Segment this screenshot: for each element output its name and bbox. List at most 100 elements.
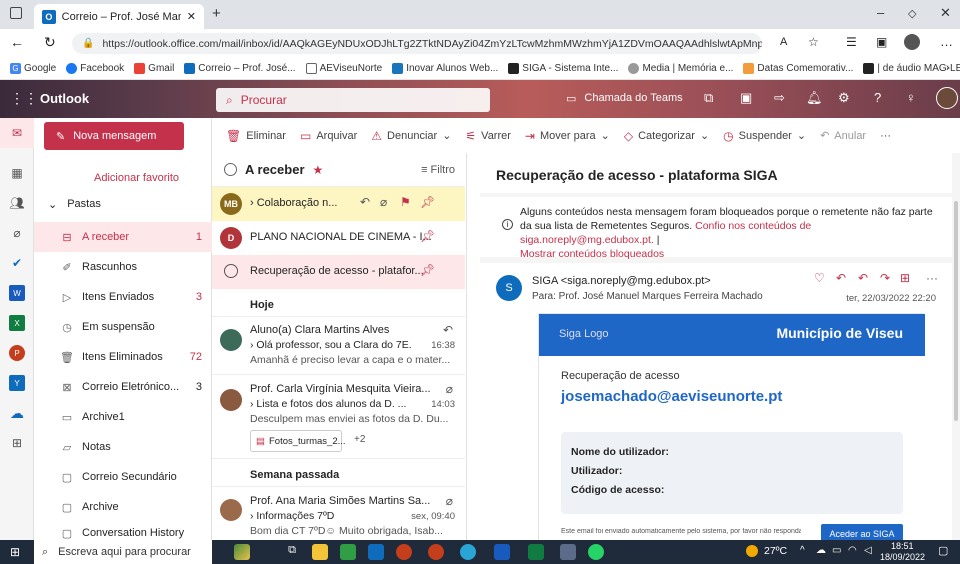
list-item[interactable]: Prof. Ana Maria Simões Martins Sa... ⌀ ›… xyxy=(212,487,465,540)
notification-center-icon[interactable]: ▢ xyxy=(938,544,948,557)
onedrive-icon[interactable]: ☁ xyxy=(9,405,25,421)
folder-archive1[interactable]: ▭ Archive1 xyxy=(34,402,212,432)
minimize-icon[interactable]: – xyxy=(877,5,884,20)
more-attachments[interactable]: +2 xyxy=(354,434,365,445)
folder-sent[interactable]: ▷ Itens Enviados 3 xyxy=(34,282,212,312)
excel-taskbar-icon[interactable] xyxy=(528,544,544,560)
store-icon[interactable] xyxy=(340,544,356,560)
bookmark-datas[interactable]: Datas Comemorativ... xyxy=(743,63,853,74)
teams-app-icon[interactable]: ⧉ xyxy=(704,90,713,106)
yammer-app-icon[interactable]: Y xyxy=(9,375,25,391)
favorites-bar-icon[interactable]: ☰ xyxy=(846,35,857,49)
app-launcher-icon[interactable]: ⋮⋮ xyxy=(10,90,38,107)
volume-icon[interactable]: ◁ xyxy=(864,545,872,556)
list-item[interactable]: D PLANO NACIONAL DE CINEMA - I... 📌︎ xyxy=(212,221,465,255)
archive-button[interactable]: ▭ Arquivar xyxy=(300,129,357,143)
collections-icon[interactable]: ▣ xyxy=(876,35,887,49)
onedrive-tray-icon[interactable]: ☁ xyxy=(816,545,826,556)
tray-chevron-icon[interactable]: ^ xyxy=(800,545,805,556)
move-to-button[interactable]: ⇥ Mover para ⌄ xyxy=(525,129,610,143)
apps-icon[interactable]: ⊞ xyxy=(900,271,910,285)
report-button[interactable]: ⚠ Denunciar ⌄ xyxy=(371,129,451,143)
folder-snoozed[interactable]: ◷ Em suspensão xyxy=(34,312,212,342)
more-icon[interactable]: … xyxy=(940,34,953,49)
new-message-button[interactable]: ✎ Nova mensagem xyxy=(44,122,184,150)
news-widget-icon[interactable] xyxy=(234,544,250,560)
folders-group-header[interactable]: ⌄ Pastas xyxy=(48,198,101,211)
clock-date[interactable]: 18/09/2022 xyxy=(880,552,925,562)
powerpoint-app-icon[interactable]: P xyxy=(9,345,25,361)
refresh-icon[interactable]: ↻ xyxy=(44,34,56,51)
user-avatar[interactable] xyxy=(936,87,958,109)
todo-icon[interactable]: ✔ xyxy=(9,255,25,271)
bookmark-siga[interactable]: SIGA - Sistema Inte... xyxy=(508,63,618,74)
excel-app-icon[interactable]: X xyxy=(9,315,25,331)
help-icon[interactable]: ? xyxy=(874,90,881,105)
mail-icon[interactable]: ✉ xyxy=(9,125,25,141)
bookmark-facebook[interactable]: Facebook xyxy=(66,63,124,74)
list-item-selected[interactable]: Recuperação de acesso - platafor... 📌︎ xyxy=(212,255,465,289)
reply-icon[interactable]: ↶ xyxy=(360,195,370,209)
forward-icon[interactable]: ↷ xyxy=(880,271,890,285)
search-box[interactable]: ⌕ Procurar xyxy=(216,88,490,112)
chevron-right-icon[interactable]: › xyxy=(946,62,950,74)
folder-secondary[interactable]: ▢ Correio Secundário xyxy=(34,462,212,492)
back-icon[interactable]: ← xyxy=(10,34,24,50)
sweep-button[interactable]: ⚟ Varrer xyxy=(465,129,511,143)
snooze-button[interactable]: ◷ Suspender ⌄ xyxy=(723,129,806,143)
teams-call-button[interactable]: ▭ Chamada do Teams xyxy=(566,92,683,105)
powerpoint-icon[interactable] xyxy=(396,544,412,560)
bookmark-google[interactable]: G Google xyxy=(10,63,56,74)
folder-deleted[interactable]: 🗑︎ Itens Eliminados 72 xyxy=(34,342,212,372)
list-item[interactable]: Aluno(a) Clara Martins Alves ↶ › Olá pro… xyxy=(212,317,465,375)
bookmark-aeviseunorte[interactable]: AEViseuNorte xyxy=(305,63,382,74)
clock-time[interactable]: 18:51 xyxy=(891,541,914,551)
windows-start-icon[interactable]: ⊞ xyxy=(10,545,20,559)
access-siga-button[interactable]: Aceder ao SIGA xyxy=(821,524,903,540)
list-item[interactable]: MB › Colaboração n... ↶ ⌀ ⚑ 📌︎ xyxy=(212,187,465,221)
select-all-icon[interactable] xyxy=(224,163,237,176)
bookmark-media[interactable]: Media | Memória e... xyxy=(628,63,733,74)
new-tab-icon[interactable]: + xyxy=(212,5,221,22)
settings-icon[interactable]: ⚙ xyxy=(838,90,850,106)
url-field[interactable]: 🔒 https://outlook.office.com/mail/inbox/… xyxy=(72,33,762,54)
undo-button[interactable]: ↶ Anular xyxy=(820,129,866,143)
more-apps-icon[interactable]: ⊞ xyxy=(9,435,25,451)
list-item[interactable]: Prof. Carla Virgínia Mesquita Vieira... … xyxy=(212,375,465,459)
battery-icon[interactable]: ▭ xyxy=(832,545,841,556)
pin-icon[interactable]: 📌︎ xyxy=(420,229,435,243)
notifications-icon[interactable]: 🔔︎ xyxy=(806,90,823,106)
hamburger-icon[interactable]: ≡ xyxy=(44,130,52,145)
categorize-button[interactable]: ◇ Categorizar ⌄ xyxy=(624,129,709,143)
folder-inbox[interactable]: ⊟ A receber 1 xyxy=(34,222,212,252)
folder-drafts[interactable]: ✐ Rascunhos xyxy=(34,252,212,282)
profile-avatar[interactable] xyxy=(904,34,920,50)
bookmark-gmail[interactable]: Gmail xyxy=(134,63,174,74)
close-window-icon[interactable]: ✕ xyxy=(940,5,951,21)
attach-icon[interactable]: ⌀ xyxy=(9,225,25,241)
window-menu-icon[interactable] xyxy=(10,7,22,19)
reply-all-icon[interactable]: ↶ xyxy=(858,271,868,285)
mail-app-icon[interactable] xyxy=(368,544,384,560)
more-actions-button[interactable]: ··· xyxy=(880,130,891,142)
word-taskbar-icon[interactable] xyxy=(494,544,510,560)
folder-notes[interactable]: ▱ Notas xyxy=(34,432,212,462)
calculator-icon[interactable] xyxy=(560,544,576,560)
folder-junk[interactable]: ⊠ Correio Eletrónico... 3 xyxy=(34,372,212,402)
whatsapp-icon[interactable] xyxy=(588,544,604,560)
delete-button[interactable]: 🗑︎ Eliminar xyxy=(226,129,286,143)
bookmark-inovar[interactable]: Inovar Alunos Web... xyxy=(392,63,498,74)
weather-temp[interactable]: 27ºC xyxy=(764,545,787,557)
select-circle[interactable] xyxy=(224,264,238,278)
browser-tab[interactable]: O Correio – Prof. José Manuel Mar ✕ xyxy=(34,4,204,29)
share-icon[interactable]: ⇨ xyxy=(774,90,785,106)
pin-icon[interactable]: 📌︎ xyxy=(420,263,435,277)
filter-button[interactable]: ≡ Filtro xyxy=(421,164,455,176)
calendar-icon[interactable]: ▦ xyxy=(9,165,25,181)
like-icon[interactable]: ♡ xyxy=(814,271,825,285)
word-icon[interactable]: ▣ xyxy=(740,90,752,106)
people-icon[interactable]: 👥︎ xyxy=(9,195,25,211)
edge-icon[interactable] xyxy=(460,544,476,560)
taskbar-search[interactable]: ⌕ Escreva aqui para procurar xyxy=(34,540,212,564)
more-icon[interactable]: ··· xyxy=(926,271,938,285)
